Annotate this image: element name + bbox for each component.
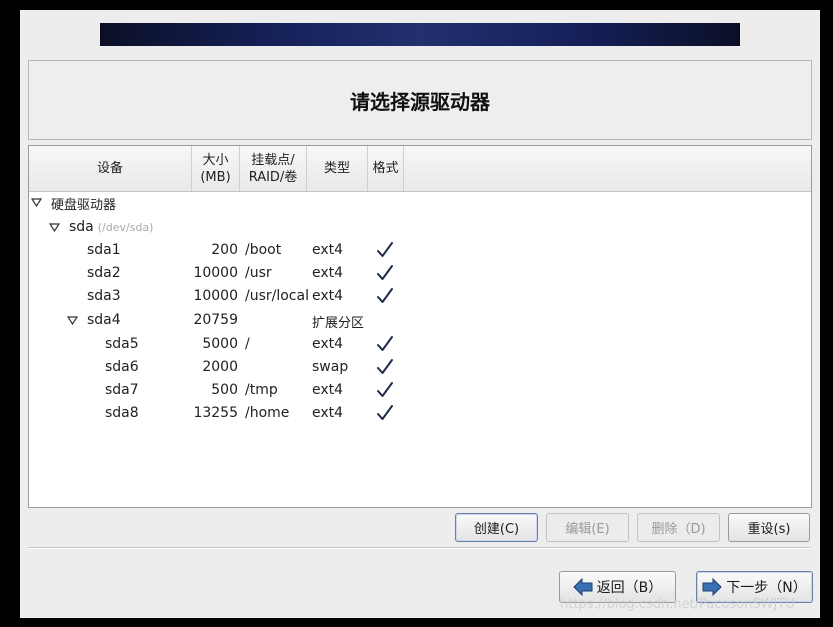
partition-name: sda6 xyxy=(105,359,139,375)
partition-tree[interactable]: 设备 大小 (MB) 挂载点/ RAID/卷 类型 格式 硬盘驱动器 sda (… xyxy=(28,145,812,508)
partition-type: ext4 xyxy=(312,382,344,398)
column-size[interactable]: 大小 (MB) xyxy=(192,146,240,191)
disk-path: (/dev/sda) xyxy=(97,221,154,234)
partition-type: ext4 xyxy=(312,242,344,258)
partition-type: ext4 xyxy=(312,336,344,352)
column-header: 设备 大小 (MB) 挂载点/ RAID/卷 类型 格式 xyxy=(29,146,811,192)
partition-type: ext4 xyxy=(312,405,344,421)
reset-button[interactable]: 重设(s) xyxy=(728,513,810,542)
page-title: 请选择源驱动器 xyxy=(350,89,490,114)
partition-type: 扩展分区 xyxy=(312,316,365,331)
next-label: 下一步（N） xyxy=(726,580,807,596)
partition-row[interactable]: sda3 10000/usr/local ext4 xyxy=(29,285,811,308)
header-banner xyxy=(100,23,740,46)
partition-row[interactable]: sda2 10000/usr ext4 xyxy=(29,262,811,285)
disk-name: sda xyxy=(69,219,94,235)
format-check-icon xyxy=(377,359,393,374)
partition-row[interactable]: sda4 20759 扩展分区 xyxy=(29,309,811,332)
create-button[interactable]: 创建(C) xyxy=(455,513,538,542)
arrow-left-icon xyxy=(572,578,593,596)
partition-row[interactable]: sda6 2000 swap xyxy=(29,356,811,379)
column-format[interactable]: 格式 xyxy=(368,146,404,191)
tree-disk-sda[interactable]: sda (/dev/sda) xyxy=(29,216,811,239)
partition-type: ext4 xyxy=(312,265,344,281)
partition-type: ext4 xyxy=(312,288,344,304)
partition-mount: /usr xyxy=(245,265,272,281)
format-check-icon xyxy=(377,242,393,257)
partition-row[interactable]: sda5 5000 / ext4 xyxy=(29,333,811,356)
partition-name: sda2 xyxy=(87,265,121,281)
arrow-right-icon xyxy=(702,578,722,596)
format-check-icon xyxy=(377,288,393,303)
expander-down-icon[interactable] xyxy=(49,222,60,233)
partition-size: 10000 xyxy=(193,265,238,281)
format-check-icon xyxy=(377,336,393,351)
partition-size: 13255 xyxy=(193,405,238,421)
partition-mount: /boot xyxy=(245,242,282,258)
title-box: 请选择源驱动器 xyxy=(28,60,812,140)
back-label: 返回（B） xyxy=(596,580,663,596)
partition-size: 10000 xyxy=(193,288,238,304)
partition-size: 500 xyxy=(211,382,238,398)
edit-button[interactable]: 编辑(E) xyxy=(546,513,629,542)
partition-size: 2000 xyxy=(202,359,238,375)
partition-name: sda5 xyxy=(105,336,139,352)
partition-mount: / xyxy=(245,336,250,352)
partition-mount: /home xyxy=(245,405,290,421)
column-mount[interactable]: 挂载点/ RAID/卷 xyxy=(240,146,307,191)
column-type[interactable]: 类型 xyxy=(307,146,368,191)
partition-row[interactable]: sda7 500/tmp ext4 xyxy=(29,379,811,402)
partition-name: sda4 xyxy=(87,312,121,328)
delete-button[interactable]: 删除（D) xyxy=(637,513,720,542)
divider xyxy=(28,547,810,549)
partition-mount: /tmp xyxy=(245,382,278,398)
partition-size: 20759 xyxy=(193,312,238,328)
partition-mount: /usr/local xyxy=(245,288,309,304)
watermark: https://blog.csdn.net/PacosonSWJTU xyxy=(560,597,795,612)
partition-row[interactable]: sda1 200/boot ext4 xyxy=(29,239,811,262)
group-label: 硬盘驱动器 xyxy=(51,198,117,213)
partition-row[interactable]: sda8 13255/home ext4 xyxy=(29,402,811,425)
expander-down-icon[interactable] xyxy=(67,315,78,326)
partition-size: 5000 xyxy=(202,336,238,352)
expander-down-icon[interactable] xyxy=(31,197,42,208)
partition-type: swap xyxy=(312,359,349,375)
tree-group-hard-drives[interactable]: 硬盘驱动器 xyxy=(29,191,811,214)
partition-name: sda1 xyxy=(87,242,121,258)
partition-name: sda7 xyxy=(105,382,139,398)
partition-name: sda3 xyxy=(87,288,121,304)
partition-name: sda8 xyxy=(105,405,139,421)
format-check-icon xyxy=(377,405,393,420)
format-check-icon xyxy=(377,382,393,397)
partition-size: 200 xyxy=(211,242,238,258)
installer-window: 请选择源驱动器 设备 大小 (MB) 挂载点/ RAID/卷 类型 格式 硬盘驱… xyxy=(20,10,820,618)
column-device[interactable]: 设备 xyxy=(29,146,192,191)
format-check-icon xyxy=(377,265,393,280)
